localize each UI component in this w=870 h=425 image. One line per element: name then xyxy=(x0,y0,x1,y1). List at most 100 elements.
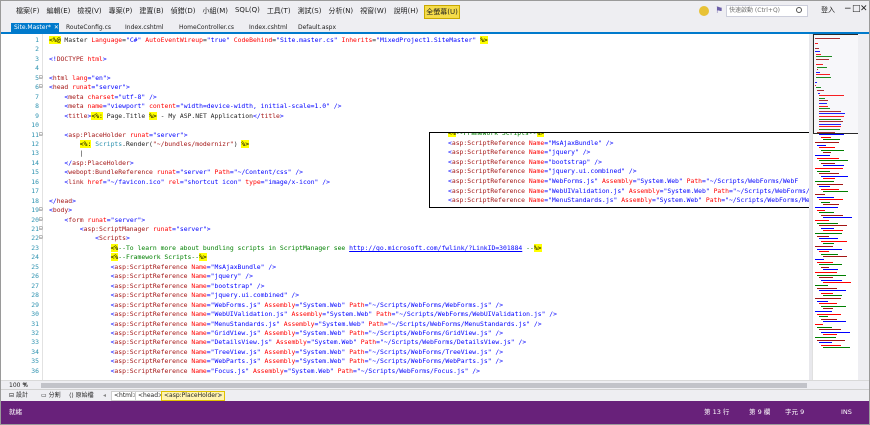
tab-label: Index.cshtml xyxy=(249,24,288,31)
minimap-line xyxy=(823,217,852,219)
tab-label: HomeController.cs xyxy=(179,24,235,31)
tab-close-icon[interactable]: ✕ xyxy=(54,24,59,31)
minimap-line xyxy=(823,165,844,167)
minimap-line xyxy=(815,259,824,260)
tag-path-placeholder[interactable]: <asp:PlaceHolder> xyxy=(161,391,226,401)
minimap-line xyxy=(823,256,847,258)
minimap-line xyxy=(821,344,841,346)
minimap-line xyxy=(821,305,846,307)
minimap-line xyxy=(823,308,833,310)
minimap-line xyxy=(817,300,828,302)
minimap-line xyxy=(823,321,846,323)
tab-label: Default.aspx xyxy=(298,24,336,31)
minimap-line xyxy=(819,225,847,227)
menu-item-7[interactable]: SQL(Q) xyxy=(234,5,261,19)
menu-item-8[interactable]: 工具(T) xyxy=(266,5,292,19)
minimap-line xyxy=(817,157,839,159)
minimap-line xyxy=(823,334,837,336)
minimap-line xyxy=(821,149,844,151)
code-peek-popup[interactable]: <%--Framework Scripts--%> <asp:ScriptRefe… xyxy=(429,132,809,208)
minimap-line xyxy=(815,194,825,195)
minimap-line xyxy=(815,168,843,169)
status-ready: 就緒 xyxy=(9,408,22,416)
menu-item-10[interactable]: 分析(N) xyxy=(327,5,354,19)
minimap-line xyxy=(819,160,848,162)
code-editor[interactable]: 1 <%@ Master Language="C#" AutoEventWireu… xyxy=(1,34,809,380)
minimap-line xyxy=(815,337,836,338)
menu-item-3[interactable]: 專案(P) xyxy=(108,5,134,19)
menu-bar: 檔案(F) 編輯(E) 檢視(V) 專案(P) 建置(B) 偵錯(D) 小組(M) SQL(Q… xyxy=(1,1,869,22)
minimap-line xyxy=(817,196,834,198)
tab-3[interactable]: HomeController.cs xyxy=(176,23,234,32)
horizontal-scrollbar[interactable] xyxy=(41,383,807,388)
minimap-line xyxy=(821,266,829,268)
minimap-line xyxy=(815,272,837,273)
design-view-button[interactable]: ⊟ 設計 xyxy=(7,391,30,401)
minimap-line xyxy=(823,204,839,206)
tab-2[interactable]: Index.cshtml xyxy=(122,23,164,32)
menu-item-9[interactable]: 測試(S) xyxy=(297,5,323,19)
minimap-line xyxy=(823,230,843,232)
minimap-line xyxy=(815,207,838,208)
minimap-line xyxy=(819,342,832,344)
minimap-line xyxy=(815,285,828,286)
minimap-line xyxy=(819,238,838,240)
tab-1[interactable]: RouteConfig.cs xyxy=(63,23,111,32)
status-column: 第 9 欄 xyxy=(749,408,771,416)
minimap-line xyxy=(823,191,848,193)
status-bar: 就緒 第 13 行 第 9 欄 字元 9 INS xyxy=(1,401,869,424)
minimap-line xyxy=(819,199,843,201)
minimap-line xyxy=(821,279,842,281)
minimap-line xyxy=(821,136,831,138)
minimap-line xyxy=(821,162,835,164)
split-view-button[interactable]: ▭ 分割 xyxy=(39,391,63,401)
minimap-viewport[interactable] xyxy=(813,34,858,134)
chevron-down-icon[interactable]: ▼ xyxy=(23,382,27,389)
feedback-smiley-icon[interactable] xyxy=(699,6,709,16)
minimap-line xyxy=(817,170,830,172)
notification-flag-icon[interactable]: ⚑ xyxy=(715,6,723,16)
menu-item-5[interactable]: 偵錯(D) xyxy=(170,5,197,19)
minimap-line xyxy=(819,212,834,214)
minimap-line xyxy=(815,155,830,156)
minimap-line xyxy=(819,147,835,149)
menu-item-0[interactable]: 檔案(F) xyxy=(15,5,41,19)
minimap-line xyxy=(823,178,835,180)
minimap-line xyxy=(819,264,842,266)
minimap-line xyxy=(821,227,834,229)
menu-item-12[interactable]: 說明(H) xyxy=(393,5,420,19)
menu-item-fullscreen[interactable]: 全螢幕(U) xyxy=(424,5,460,19)
menu-item-2[interactable]: 檢視(V) xyxy=(76,5,102,19)
minimap-line xyxy=(821,214,843,216)
minimap-line xyxy=(815,220,829,221)
menu-item-11[interactable]: 視窗(W) xyxy=(359,5,387,19)
right-rail xyxy=(858,34,869,380)
peek-line: <asp:ScriptReference Name="WebForms.js" … xyxy=(448,177,799,185)
menu-list: 檔案(F) 編輯(E) 檢視(V) 專案(P) 建置(B) 偵錯(D) 小組(M) SQL(Q… xyxy=(15,5,460,19)
menu-item-6[interactable]: 小組(M) xyxy=(201,5,229,19)
minimap-line xyxy=(815,298,841,299)
peek-line: <asp:ScriptReference Name="MenuStandards… xyxy=(448,196,809,205)
menu-item-4[interactable]: 建置(B) xyxy=(138,5,164,19)
tab-label: Site.Master* xyxy=(14,24,51,31)
minimap-line xyxy=(821,292,833,294)
source-label: 原始檔 xyxy=(75,392,94,399)
minimap-line xyxy=(823,282,851,284)
minimap-line xyxy=(821,240,847,242)
source-view-button[interactable]: ⟨⟩ 原始檔 xyxy=(67,391,96,401)
menu-item-1[interactable]: 編輯(E) xyxy=(46,5,72,19)
tag-nav-right-icon[interactable]: ▸ xyxy=(217,391,224,401)
line-number: 36 xyxy=(31,366,39,375)
tab-5[interactable]: Default.aspx xyxy=(295,23,336,32)
minimize-icon[interactable]: − xyxy=(844,5,852,14)
minimap-line xyxy=(821,175,848,177)
signin-link[interactable]: 登入 xyxy=(821,5,835,15)
peek-line: <%--Framework Scripts--%> xyxy=(448,133,545,138)
tab-4[interactable]: Index.cshtml xyxy=(246,23,288,32)
window-controls: − □ ✕ xyxy=(844,3,868,20)
minimap[interactable] xyxy=(812,34,858,380)
minimap-line xyxy=(817,261,833,263)
tab-0[interactable]: Site.Master* ✕ xyxy=(11,23,59,32)
close-icon[interactable]: ✕ xyxy=(860,5,868,14)
tag-nav-left-icon[interactable]: ◂ xyxy=(101,391,108,401)
